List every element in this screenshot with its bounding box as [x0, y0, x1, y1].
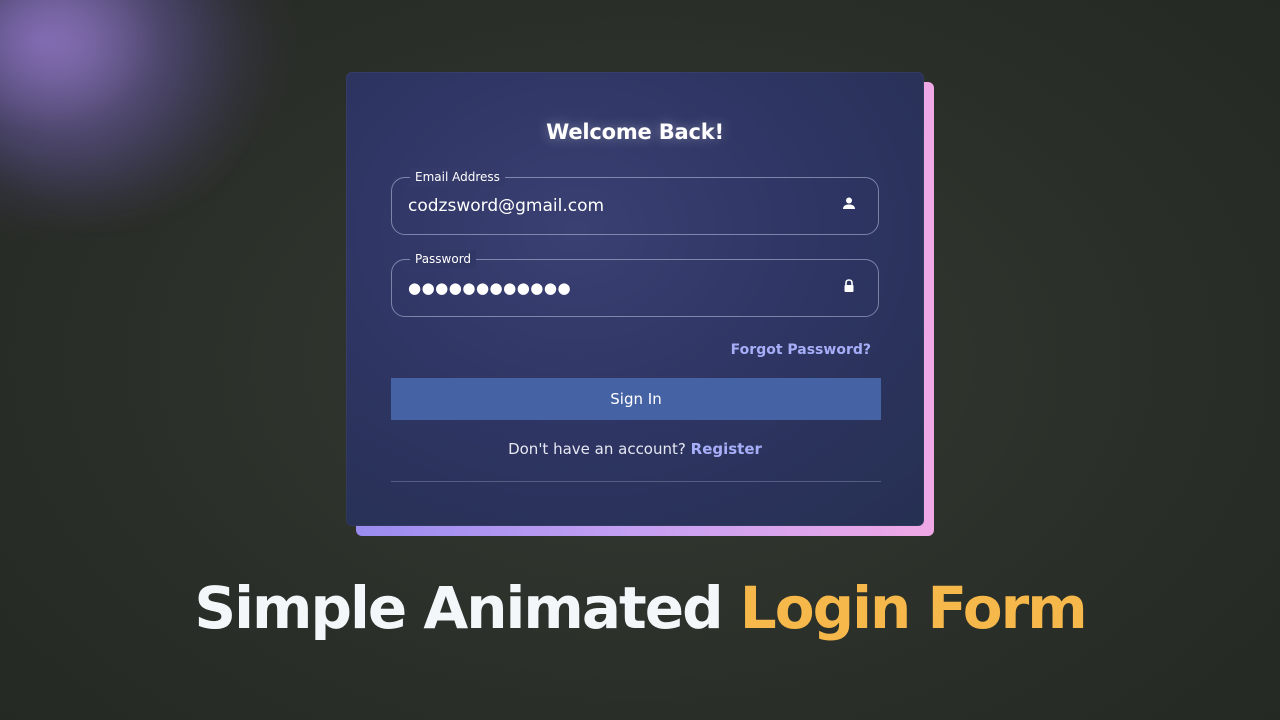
headline-part1: Simple Animated: [194, 574, 723, 642]
headline-part2: Login Form: [739, 574, 1088, 642]
login-card: Welcome Back! Email Address Password For…: [346, 72, 924, 526]
sign-in-button[interactable]: Sign In: [391, 378, 881, 420]
email-input[interactable]: [408, 194, 808, 218]
password-field-label: Password: [410, 250, 477, 268]
page-headline: Simple Animated Login Form: [0, 570, 1280, 646]
user-icon: [843, 197, 855, 209]
password-input[interactable]: [408, 276, 808, 300]
background-glow: [0, 0, 260, 200]
password-field[interactable]: Password: [391, 250, 879, 317]
card-title: Welcome Back!: [546, 120, 724, 144]
register-prompt: Don't have an account?: [508, 440, 686, 458]
forgot-password-link[interactable]: Forgot Password?: [731, 342, 871, 358]
register-link[interactable]: Register: [691, 440, 762, 458]
lock-icon: [844, 279, 854, 292]
email-field[interactable]: Email Address: [391, 168, 879, 235]
login-card-wrapper: Welcome Back! Email Address Password For…: [346, 72, 934, 536]
card-divider: [391, 481, 881, 482]
register-row: Don't have an account? Register: [346, 440, 924, 458]
email-field-label: Email Address: [410, 168, 505, 186]
